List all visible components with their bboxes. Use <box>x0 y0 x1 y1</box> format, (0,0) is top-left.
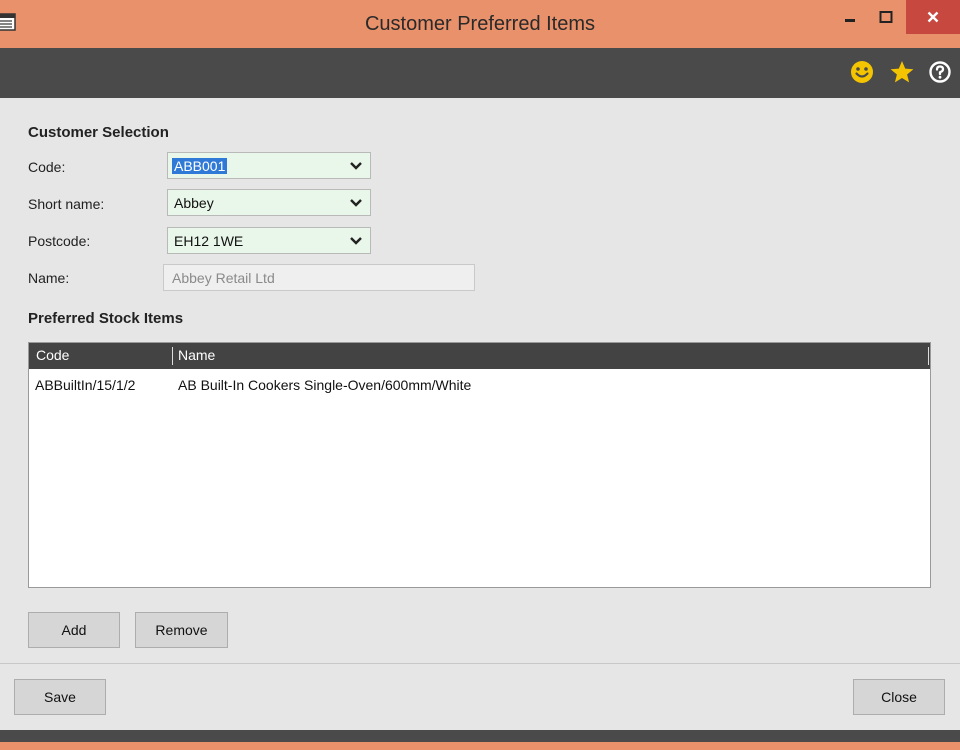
bottom-bar <box>0 730 960 742</box>
name-field: Abbey Retail Ltd <box>163 264 475 291</box>
customer-selection-heading: Customer Selection <box>28 124 169 141</box>
window-title: Customer Preferred Items <box>364 13 596 35</box>
bottom-accent-bar <box>0 742 960 750</box>
postcode-value[interactable]: EH12 1WE <box>174 233 243 249</box>
close-window-button[interactable] <box>906 0 960 34</box>
maximize-button[interactable] <box>866 0 906 34</box>
name-label: Name: <box>28 270 70 286</box>
toolbar <box>0 48 960 98</box>
chevron-down-icon[interactable] <box>349 197 363 209</box>
column-divider[interactable] <box>172 347 173 365</box>
minimize-icon <box>845 19 855 22</box>
title-bar[interactable]: Customer Preferred Items <box>0 0 960 48</box>
code-label: Code: <box>28 159 66 175</box>
short-name-label: Short name: <box>28 196 105 212</box>
code-value[interactable]: ABB001 <box>172 158 228 174</box>
footer: Save Close <box>0 663 960 731</box>
postcode-label: Postcode: <box>28 233 91 249</box>
name-value: Abbey Retail Ltd <box>172 270 275 286</box>
column-divider[interactable] <box>928 347 929 365</box>
row-name-cell: AB Built-In Cookers Single-Oven/600mm/Wh… <box>178 377 472 393</box>
table-row[interactable]: ABBuiltIn/15/1/2 AB Built-In Cookers Sin… <box>29 371 930 399</box>
grid-header: Code Name <box>29 343 930 369</box>
add-button[interactable]: Add <box>28 612 120 648</box>
code-combo[interactable]: ABB001 <box>167 152 371 179</box>
smiley-icon[interactable] <box>849 59 875 85</box>
chevron-down-icon[interactable] <box>349 235 363 247</box>
preferred-stock-items-heading: Preferred Stock Items <box>28 310 184 327</box>
column-header-code[interactable]: Code <box>36 347 69 363</box>
preferred-items-grid[interactable]: Code Name ABBuiltIn/15/1/2 AB Built-In C… <box>28 342 931 588</box>
star-icon[interactable] <box>889 59 915 85</box>
close-button[interactable]: Close <box>853 679 945 715</box>
close-icon <box>927 11 939 23</box>
save-button[interactable]: Save <box>14 679 106 715</box>
chevron-down-icon[interactable] <box>349 160 363 172</box>
column-header-name[interactable]: Name <box>178 347 215 363</box>
maximize-icon <box>879 11 893 23</box>
short-name-combo[interactable]: Abbey <box>167 189 371 216</box>
postcode-combo[interactable]: EH12 1WE <box>167 227 371 254</box>
remove-button[interactable]: Remove <box>135 612 228 648</box>
customer-preferred-items-window: Customer Preferred Items Customer Select… <box>0 0 960 750</box>
row-code-cell: ABBuiltIn/15/1/2 <box>35 377 136 393</box>
help-icon[interactable] <box>927 59 953 85</box>
minimize-button[interactable] <box>830 0 870 34</box>
short-name-value[interactable]: Abbey <box>174 195 214 211</box>
